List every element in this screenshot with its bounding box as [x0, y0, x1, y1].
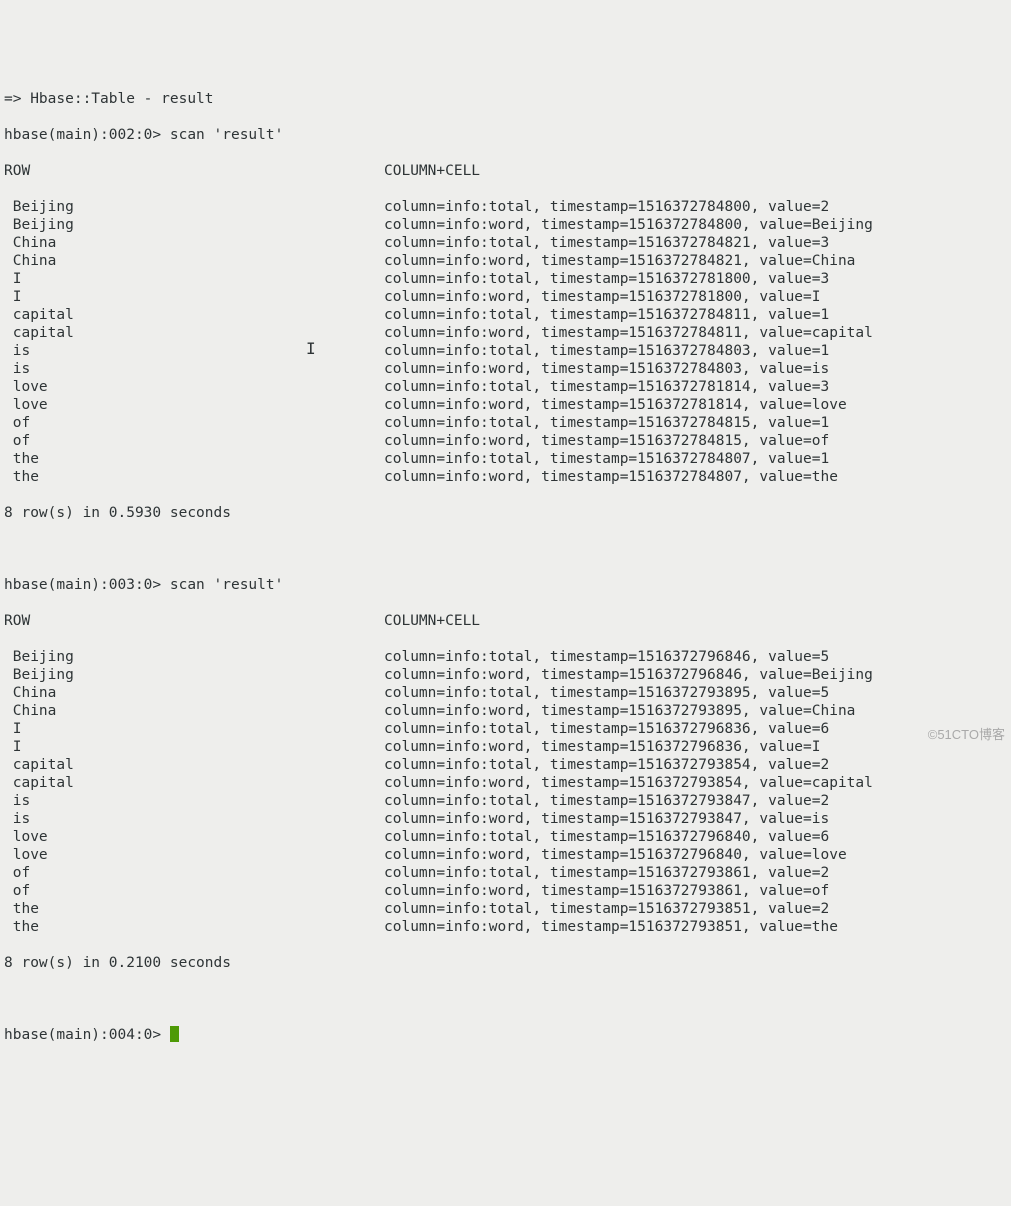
table-row-cell: column=info:total, timestamp=15163727938… [384, 864, 829, 882]
table-row-cell: column=info:word, timestamp=151637279684… [384, 666, 873, 684]
table-row-key: China [4, 252, 384, 270]
table-row-cell: column=info:word, timestamp=151637279683… [384, 738, 821, 756]
table-row-key: the [4, 900, 384, 918]
table-row-cell: column=info:word, timestamp=151637279386… [384, 882, 829, 900]
table-row-cell: column=info:word, timestamp=151637278480… [384, 216, 873, 234]
table-row-key: the [4, 468, 384, 486]
table-row-cell: column=info:total, timestamp=15163727848… [384, 342, 829, 360]
table-row-cell: column=info:word, timestamp=151637279684… [384, 846, 847, 864]
table-row-key: capital [4, 324, 384, 342]
table-row-key: love [4, 378, 384, 396]
table-row-cell: column=info:word, timestamp=151637279385… [384, 774, 873, 792]
table-row-key: I [4, 720, 384, 738]
table-row-key: love [4, 828, 384, 846]
table-row-key: is [4, 342, 384, 360]
row-header: ROW [4, 162, 384, 180]
prompt-002: hbase(main):002:0> scan 'result' [4, 126, 283, 144]
table-row-cell: column=info:total, timestamp=15163727938… [384, 792, 829, 810]
table-row-cell: column=info:word, timestamp=151637279389… [384, 702, 855, 720]
prompt-004[interactable]: hbase(main):004:0> [4, 1026, 170, 1044]
table-row-key: of [4, 882, 384, 900]
table-row-key: love [4, 846, 384, 864]
table-row-cell: column=info:word, timestamp=151637278480… [384, 468, 838, 486]
table-row-cell: column=info:word, timestamp=151637278180… [384, 288, 821, 306]
table-row-cell: column=info:total, timestamp=15163727968… [384, 828, 829, 846]
table-row-key: capital [4, 774, 384, 792]
table-row-key: is [4, 792, 384, 810]
table-row-key: the [4, 918, 384, 936]
table-row-key: is [4, 810, 384, 828]
table-row-cell: column=info:total, timestamp=15163727968… [384, 648, 829, 666]
table-row-cell: column=info:total, timestamp=15163727968… [384, 720, 829, 738]
table-row-key: of [4, 432, 384, 450]
table-row-key: Beijing [4, 198, 384, 216]
table-row-key: I [4, 288, 384, 306]
table-row-cell: column=info:total, timestamp=15163727848… [384, 198, 829, 216]
table-row-cell: column=info:word, timestamp=151637278480… [384, 360, 829, 378]
text-cursor-icon: I [306, 340, 316, 358]
table-row-cell: column=info:total, timestamp=15163727938… [384, 756, 829, 774]
table-row-key: is [4, 360, 384, 378]
table-row-key: Beijing [4, 666, 384, 684]
scan1-footer: 8 row(s) in 0.5930 seconds [4, 504, 231, 522]
table-row-key: Beijing [4, 648, 384, 666]
table-row-key: the [4, 450, 384, 468]
table-row-cell: column=info:total, timestamp=15163727818… [384, 378, 829, 396]
watermark-label: ©51CTO博客 [928, 726, 1005, 744]
table-row-cell: column=info:word, timestamp=151637278181… [384, 396, 847, 414]
table-row-cell: column=info:word, timestamp=151637279384… [384, 810, 829, 828]
table-row-key: China [4, 684, 384, 702]
column-cell-header: COLUMN+CELL [384, 162, 480, 180]
table-row-key: of [4, 414, 384, 432]
table-row-key: I [4, 270, 384, 288]
table-row-key: China [4, 702, 384, 720]
table-row-cell: column=info:total, timestamp=15163727938… [384, 900, 829, 918]
table-row-cell: column=info:total, timestamp=15163727848… [384, 450, 829, 468]
scan2-footer: 8 row(s) in 0.2100 seconds [4, 954, 231, 972]
prompt-003: hbase(main):003:0> scan 'result' [4, 576, 283, 594]
table-row-key: China [4, 234, 384, 252]
table-row-key: of [4, 864, 384, 882]
table-row-cell: column=info:total, timestamp=15163727848… [384, 234, 829, 252]
table-row-key: capital [4, 756, 384, 774]
row-header: ROW [4, 612, 384, 630]
table-row-key: love [4, 396, 384, 414]
table-row-cell: column=info:word, timestamp=151637278481… [384, 432, 829, 450]
cursor-block[interactable] [170, 1026, 179, 1042]
terminal-output: => Hbase::Table - result hbase(main):002… [4, 72, 1007, 1062]
table-row-cell: column=info:word, timestamp=151637279385… [384, 918, 838, 936]
table-row-key: I [4, 738, 384, 756]
column-cell-header: COLUMN+CELL [384, 612, 480, 630]
table-row-cell: column=info:total, timestamp=15163727848… [384, 306, 829, 324]
table-row-cell: column=info:total, timestamp=15163727848… [384, 414, 829, 432]
table-row-key: capital [4, 306, 384, 324]
table-row-cell: column=info:word, timestamp=151637278481… [384, 324, 873, 342]
table-header-line: => Hbase::Table - result [4, 90, 214, 108]
table-row-cell: column=info:total, timestamp=15163727818… [384, 270, 829, 288]
table-row-cell: column=info:word, timestamp=151637278482… [384, 252, 855, 270]
table-row-cell: column=info:total, timestamp=15163727938… [384, 684, 829, 702]
table-row-key: Beijing [4, 216, 384, 234]
